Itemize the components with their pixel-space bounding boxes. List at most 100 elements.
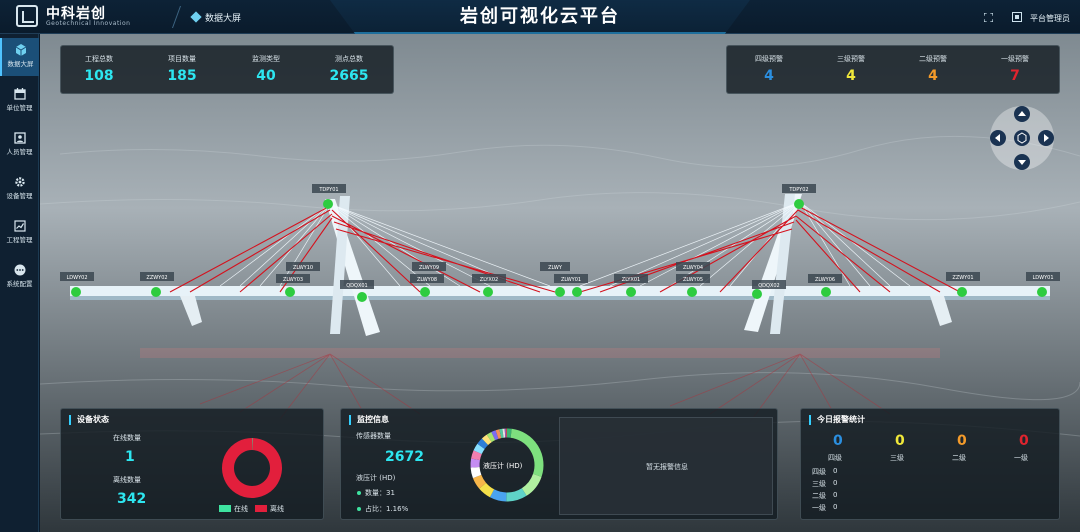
tag-zlwy05: ZLWY05 [683,277,703,283]
sensor-marker[interactable] [752,289,762,299]
bullet-dot [357,507,361,511]
sensor-marker[interactable] [483,287,493,297]
sensor-marker[interactable] [323,199,333,209]
alarm-value-level4: 4 [764,68,774,84]
dots-icon [14,264,25,276]
donut-slice[interactable] [477,438,489,450]
alarm-list-label: 一级 [812,504,826,512]
today-level2-label: 二级 [952,454,966,462]
donut-center-label: 液压计 (HD) [483,462,523,470]
sidebar-item-personnel-management[interactable]: 人员管理 [0,126,39,164]
sidebar-item-system-config[interactable]: 系统配置 [0,258,39,296]
tag-zlwy04: ZLWY04 [683,265,703,271]
tag-zzwy01: ZZWY01 [952,275,973,281]
today-level4-label: 四级 [828,454,842,462]
legend-online-label[interactable]: 在线 [234,504,248,514]
legend-offline-swatch [255,505,267,512]
tag-zlwy08: ZLWY08 [417,277,437,283]
page-title: 岩创可视化云平台 [460,6,620,27]
top-bar: 中科岩创 Geotechnical Innovation 数据大屏 岩创可视化云… [0,0,1080,34]
fullscreen-icon[interactable] [984,13,993,22]
bridge-scene[interactable]: TDPY01 TDPY02 LDWY02 ZZWY02 ZLWY10 ZLWY0… [40,34,1080,532]
today-level2-value: 0 [957,433,967,449]
nav-reset-button[interactable] [1014,130,1030,146]
alarm-label-level3: 三级预警 [837,55,865,63]
sensor-marker[interactable] [1037,287,1047,297]
donut-slice[interactable] [495,429,502,439]
tag-tdpy02: TDPY02 [788,187,808,193]
sensor-marker[interactable] [71,287,81,297]
sensor-marker[interactable] [357,292,367,302]
device-status-donut[interactable] [219,435,285,501]
donut-slice[interactable] [489,489,507,502]
online-count-label: 在线数量 [113,434,141,442]
tag-qdqx01: QDQX01 [346,283,368,289]
stat-label-points: 测点总数 [335,55,363,63]
sidebar: 数据大屏 单位管理 人员管理 设备管理 工程管理 系统配置 [0,34,39,532]
donut-slice[interactable] [472,474,487,489]
donut-slice[interactable] [222,438,282,498]
sensor-marker[interactable] [957,287,967,297]
tag-zlwy03: ZLWY03 [283,277,303,283]
alarm-list-label: 二级 [812,492,826,500]
donut-slice[interactable] [473,443,485,455]
chart-icon [13,220,26,232]
sidebar-item-label: 系统配置 [6,280,33,288]
tab-label: 数据大屏 [205,14,242,24]
device-status-card: 设备状态 在线数量 1 离线数量 342 在线 离线 [60,408,324,520]
donut-slice[interactable] [471,450,482,461]
alarm-message-box: 暂无报警信息 [559,417,773,515]
sensor-marker[interactable] [572,287,582,297]
tag-ldwy02: LDWY02 [67,275,88,281]
tag-zlyx01: ZLYX01 [622,277,640,283]
legend-offline-label[interactable]: 离线 [270,504,284,514]
donut-slice[interactable] [521,473,542,496]
tag-zlyx02: ZLYX02 [480,277,498,283]
sensor-type-label: 液压计 (HD) [356,474,396,482]
sidebar-item-label: 工程管理 [6,236,33,244]
sidebar-item-unit-management[interactable]: 单位管理 [0,82,39,120]
calendar-icon [13,88,26,100]
sensor-marker[interactable] [420,287,430,297]
cube-icon [190,11,202,23]
sensor-marker[interactable] [626,287,636,297]
donut-slice[interactable] [470,458,480,468]
brand-subtitle: Geotechnical Innovation [46,20,131,27]
donut-slice[interactable] [486,432,496,443]
user-icon[interactable] [1012,12,1022,22]
alarm-list-label: 四级 [812,468,826,476]
online-count-value: 1 [125,449,135,465]
brand-logo [16,5,38,27]
sensor-marker[interactable] [687,287,697,297]
sidebar-item-data-screen[interactable]: 数据大屏 [0,38,39,76]
alarm-value-level2: 4 [928,68,938,84]
today-alarm-title: 今日报警统计 [809,415,865,425]
sidebar-item-device-management[interactable]: 设备管理 [0,170,39,208]
sidebar-item-project-management[interactable]: 工程管理 [0,214,39,252]
sensor-marker[interactable] [555,287,565,297]
tab-data-screen[interactable]: 数据大屏 [171,0,336,34]
donut-slice[interactable] [506,488,527,502]
sidebar-item-label: 数据大屏 [7,60,34,68]
tag-zlwy06: ZLWY06 [815,277,835,283]
alarm-list-value: 0 [833,479,838,487]
today-alarm-card: 今日报警统计 0 四级 0 三级 0 二级 0 一级 四级 0 三级 0 二级 … [800,408,1060,520]
no-alarm-text: 暂无报警信息 [646,463,688,471]
tag-zlwy: ZLWY [548,265,563,271]
person-card-icon [13,132,26,144]
bullet-dot [357,491,361,495]
donut-slice[interactable] [481,434,492,446]
sensor-marker[interactable] [151,287,161,297]
sensor-count-label: 传感器数量 [356,432,391,440]
alarm-list-value: 0 [833,491,838,499]
today-level1-value: 0 [1019,433,1029,449]
donut-slice[interactable] [470,466,482,479]
sensor-marker[interactable] [821,287,831,297]
alarm-label-level4: 四级预警 [755,55,783,63]
donut-slice[interactable] [491,430,499,441]
sensor-marker[interactable] [285,287,295,297]
user-name[interactable]: 平台管理员 [1030,13,1070,24]
tag-ldwy01: LDWY01 [1033,275,1054,281]
donut-slice[interactable] [479,482,495,498]
sensor-marker[interactable] [794,199,804,209]
